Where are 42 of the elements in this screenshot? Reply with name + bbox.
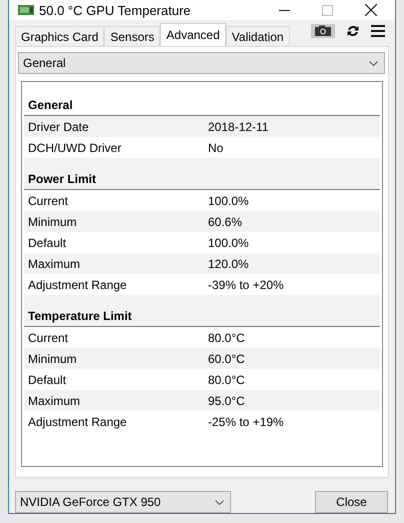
tab[interactable]: Sensors — [104, 26, 160, 46]
property-label: Maximum — [28, 394, 82, 408]
property-label: Minimum — [28, 352, 78, 366]
property-value: -39% to +20% — [208, 278, 284, 292]
section-heading: Temperature Limit — [28, 308, 132, 322]
camera-icon[interactable] — [311, 24, 335, 38]
close-icon[interactable] — [365, 4, 377, 16]
property-value: 2018-12-11 — [208, 120, 268, 134]
tab[interactable]: Advanced — [160, 23, 226, 46]
property-value: 100.0% — [208, 236, 249, 250]
tab[interactable]: Graphics Card — [15, 26, 104, 46]
property-label: Minimum — [28, 214, 78, 228]
close-button[interactable]: Close — [315, 491, 388, 513]
property-value: 60.6% — [208, 214, 242, 228]
gpu-dropdown[interactable]: NVIDIA GeForce GTX 950 — [15, 491, 231, 513]
property-label: Maximum — [28, 256, 82, 270]
chevron-down-icon — [215, 500, 224, 504]
property-value: 100.0% — [208, 194, 249, 208]
chevron-down-icon — [369, 60, 378, 66]
property-label: Default — [28, 236, 68, 250]
menu-icon[interactable] — [371, 25, 385, 37]
property-label: Default — [28, 372, 68, 386]
property-label: Current — [28, 330, 70, 344]
section-heading: General — [28, 98, 73, 112]
property-value: 80.0°C — [208, 372, 245, 386]
property-value: 80.0°C — [208, 330, 245, 344]
category-dropdown[interactable]: General — [18, 52, 385, 74]
tab[interactable]: Validation — [226, 26, 290, 46]
property-label: Driver Date — [28, 120, 90, 134]
property-value: No — [208, 140, 224, 154]
property-value: 120.0% — [208, 256, 249, 270]
property-label: Adjustment Range — [28, 414, 128, 428]
property-label: Adjustment Range — [28, 278, 128, 292]
graphics-card-icon — [18, 4, 34, 16]
property-label: Current — [28, 194, 70, 208]
property-value: -25% to +19% — [208, 414, 284, 428]
property-value: 95.0°C — [208, 394, 245, 408]
window-title: 50.0 °C GPU Temperature — [39, 2, 192, 18]
property-label: DCH/UWD Driver — [28, 140, 122, 154]
property-value: 60.0°C — [208, 352, 245, 366]
section-heading: Power Limit — [28, 172, 96, 186]
refresh-icon[interactable] — [347, 25, 359, 37]
